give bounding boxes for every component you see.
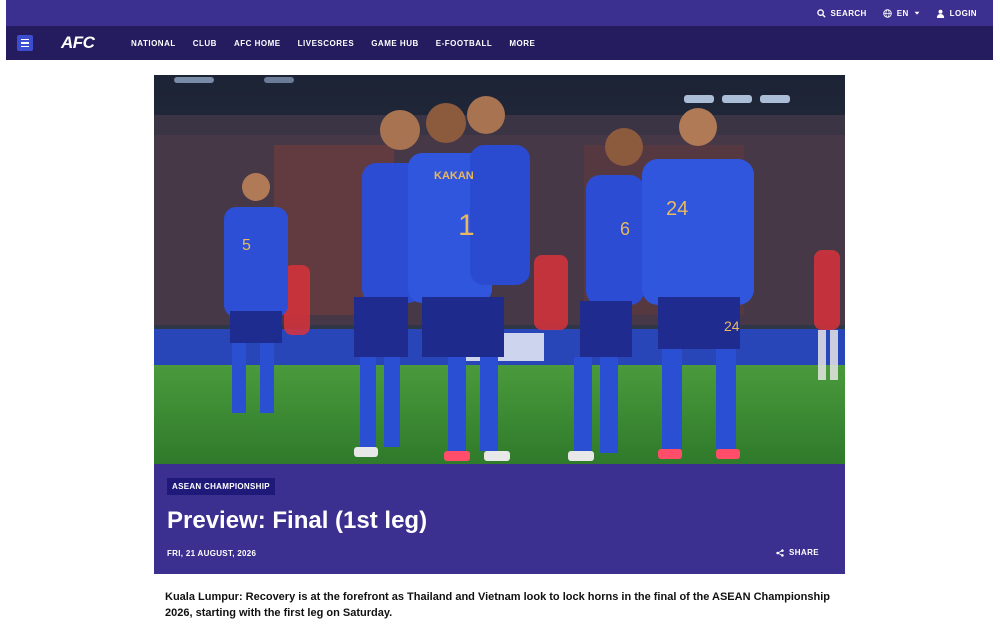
hero-image: 5 KAKAN 1 6 24 24 xyxy=(154,75,845,464)
category-badge[interactable]: ASEAN CHAMPIONSHIP xyxy=(167,478,275,495)
jersey-number: 5 xyxy=(242,237,251,254)
nav-link-afc-home[interactable]: AFC HOME xyxy=(234,39,281,48)
login-label: LOGIN xyxy=(949,8,977,18)
share-icon xyxy=(776,548,784,557)
main-navigation: AFC NATIONAL CLUB AFC HOME LIVESCORES GA… xyxy=(6,26,993,60)
chevron-down-icon xyxy=(914,11,920,15)
user-icon xyxy=(936,9,944,18)
language-label: EN xyxy=(896,8,909,18)
nav-link-game-hub[interactable]: GAME HUB xyxy=(371,39,419,48)
jersey-name: KAKAN xyxy=(434,170,474,182)
login-link[interactable]: LOGIN xyxy=(936,9,977,18)
jersey-number: 1 xyxy=(458,209,475,242)
nav-link-more[interactable]: MORE xyxy=(509,39,535,48)
article-date: FRI, 21 AUGUST, 2026 xyxy=(167,549,257,558)
search-label: SEARCH xyxy=(830,8,867,18)
nav-links: NATIONAL CLUB AFC HOME LIVESCORES GAME H… xyxy=(131,39,535,48)
top-utility-bar: SEARCH EN LOGIN xyxy=(6,0,993,26)
share-button[interactable]: SHARE xyxy=(776,548,819,557)
nav-link-club[interactable]: CLUB xyxy=(193,39,217,48)
share-label: SHARE xyxy=(788,548,819,557)
hero-photo-illustration: 5 KAKAN 1 6 24 24 xyxy=(154,75,845,464)
nav-link-national[interactable]: NATIONAL xyxy=(131,39,176,48)
menu-icon[interactable] xyxy=(17,35,33,51)
search-link[interactable]: SEARCH xyxy=(816,8,867,18)
afc-logo[interactable]: AFC xyxy=(61,33,105,52)
article-lede: Kuala Lumpur: Recovery is at the forefro… xyxy=(165,591,830,619)
logo-text: AFC xyxy=(61,33,95,52)
jersey-number: 24 xyxy=(724,318,740,334)
article-title: Preview: Final (1st leg) xyxy=(167,507,428,534)
language-selector[interactable]: EN xyxy=(883,9,920,18)
article-header-card: ASEAN CHAMPIONSHIP Preview: Final (1st l… xyxy=(154,464,845,574)
nav-link-livescores[interactable]: LIVESCORES xyxy=(298,39,355,48)
nav-link-e-football[interactable]: E-FOOTBALL xyxy=(436,39,493,48)
jersey-number: 24 xyxy=(666,198,688,220)
globe-icon xyxy=(883,8,892,18)
jersey-number: 6 xyxy=(620,219,630,239)
search-icon xyxy=(816,8,826,18)
